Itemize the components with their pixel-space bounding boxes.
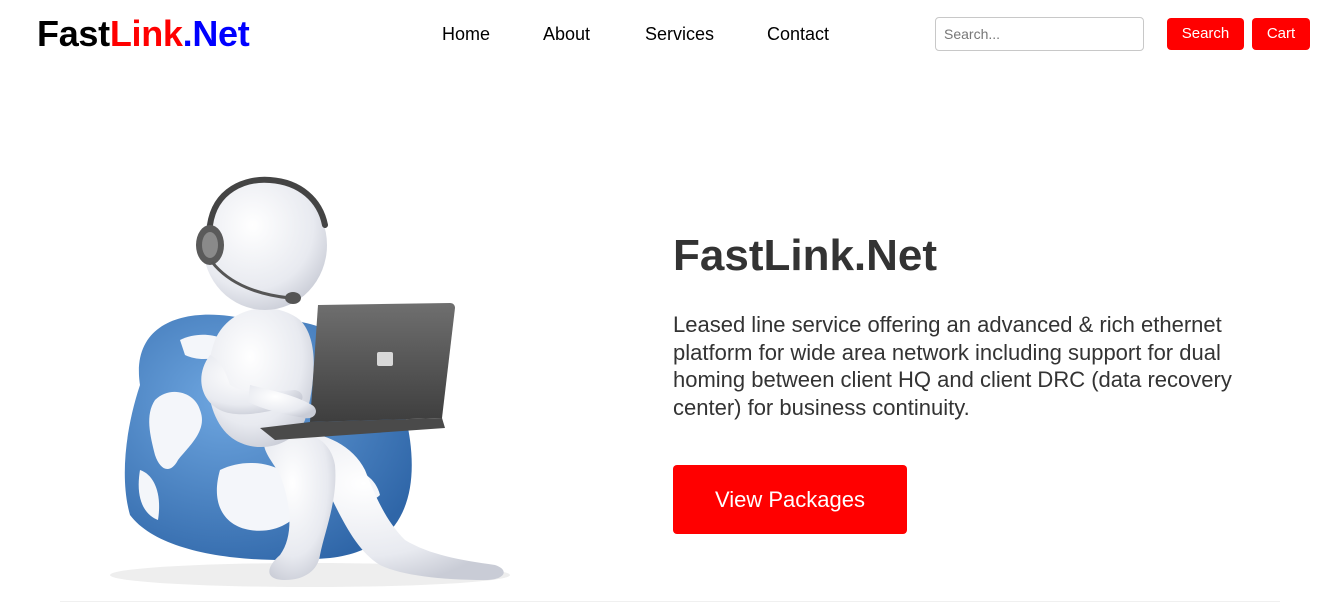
support-agent-illustration-icon xyxy=(110,176,510,587)
site-header: FastLink.Net Home About Services Contact… xyxy=(0,0,1341,70)
hero-title: FastLink.Net xyxy=(673,231,938,280)
search-input[interactable] xyxy=(935,17,1144,51)
nav-about[interactable]: About xyxy=(543,22,590,46)
nav-contact[interactable]: Contact xyxy=(767,22,829,46)
view-packages-button[interactable]: View Packages xyxy=(673,465,907,534)
cart-button[interactable]: Cart xyxy=(1252,18,1310,50)
search-button[interactable]: Search xyxy=(1167,18,1244,50)
nav-services[interactable]: Services xyxy=(645,22,714,46)
hero-description: Leased line service offering an advanced… xyxy=(673,312,1232,420)
nav-home[interactable]: Home xyxy=(442,22,490,46)
section-divider xyxy=(60,601,1280,602)
